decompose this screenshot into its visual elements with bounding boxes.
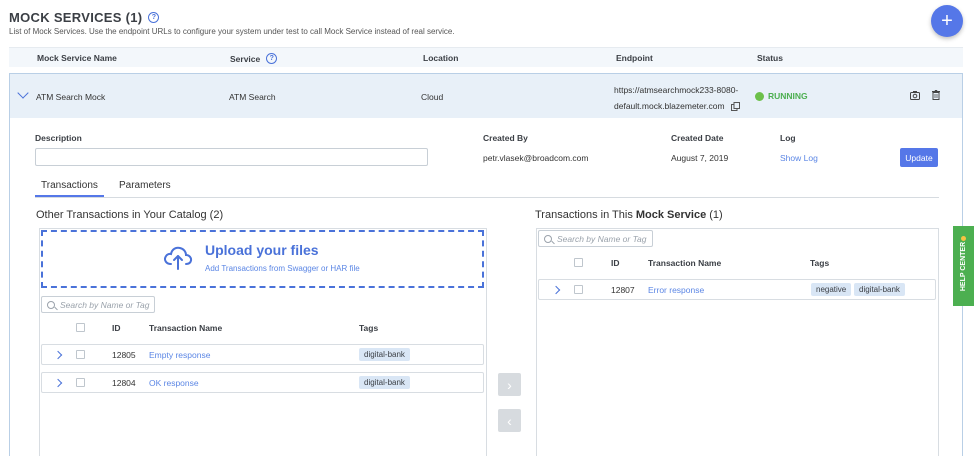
- service-name: ATM Search Mock: [36, 92, 106, 102]
- endpoint-line-1: https://atmsearchmock233-8080-: [614, 85, 739, 95]
- row-checkbox[interactable]: [76, 350, 85, 359]
- copy-icon[interactable]: [730, 101, 740, 111]
- tab-transactions[interactable]: Transactions: [35, 180, 104, 197]
- help-center-tab[interactable]: HELP CENTER: [953, 226, 974, 306]
- service-endpoint: https://atmsearchmock233-8080- default.m…: [614, 82, 740, 114]
- page-subtitle: List of Mock Services. Use the endpoint …: [9, 27, 455, 36]
- mock-service-row[interactable]: ATM Search Mock ATM Search Cloud https:/…: [9, 73, 963, 118]
- service-type: ATM Search: [229, 92, 276, 102]
- collapse-chevron-icon[interactable]: [17, 87, 29, 99]
- transaction-name[interactable]: Empty response: [149, 350, 210, 360]
- add-mock-service-button[interactable]: +: [931, 5, 963, 37]
- description-input[interactable]: [35, 148, 428, 166]
- select-all-checkbox[interactable]: [574, 258, 583, 267]
- column-header-service: Service ?: [230, 53, 278, 64]
- cloud-upload-icon: [164, 246, 193, 270]
- upload-dropzone[interactable]: Upload your files Add Transactions from …: [41, 230, 484, 288]
- mock-header-tags: Tags: [810, 258, 830, 268]
- catalog-search-placeholder: Search by Name or Tag: [60, 299, 150, 310]
- catalog-search-input[interactable]: Search by Name or Tag: [41, 296, 155, 313]
- tab-parameters[interactable]: Parameters: [113, 180, 177, 195]
- column-header-name: Mock Service Name: [37, 53, 117, 63]
- row-checkbox[interactable]: [76, 378, 85, 387]
- search-icon: [544, 234, 552, 243]
- status-label: RUNNING: [768, 91, 808, 101]
- endpoint-line-2: default.mock.blazemeter.com: [614, 101, 725, 111]
- upload-subtitle: Add Transactions from Swagger or HAR fil…: [205, 264, 360, 273]
- table-row[interactable]: 12805 Empty response digital-bank: [41, 344, 484, 365]
- help-center-label: HELP CENTER: [960, 241, 967, 291]
- transaction-id: 12805: [112, 350, 136, 360]
- help-question-icon[interactable]: ?: [148, 12, 160, 23]
- page-header: MOCK SERVICES (1) ?: [9, 10, 160, 25]
- column-header-service-label: Service: [230, 53, 261, 64]
- camera-icon[interactable]: [910, 91, 920, 100]
- table-row[interactable]: 12804 OK response digital-bank: [41, 372, 484, 393]
- mock-search-placeholder: Search by Name or Tag: [557, 233, 647, 244]
- created-date-label: Created Date: [671, 133, 724, 143]
- catalog-title: Other Transactions in Your Catalog (2): [36, 209, 224, 221]
- expand-chevron-icon[interactable]: [53, 350, 63, 360]
- update-button[interactable]: Update: [900, 148, 938, 167]
- column-header-endpoint: Endpoint: [616, 53, 653, 63]
- tag-badge: digital-bank: [359, 376, 410, 389]
- catalog-pane: Upload your files Add Transactions from …: [39, 228, 487, 456]
- help-notification-dot: [961, 236, 966, 241]
- mock-transactions-title: Transactions in This Mock Service (1): [535, 209, 723, 221]
- row-checkbox[interactable]: [574, 285, 583, 294]
- page-title: MOCK SERVICES (1): [9, 10, 143, 25]
- description-label: Description: [35, 133, 82, 143]
- expand-chevron-icon[interactable]: [551, 285, 561, 295]
- mock-service-details: Description Created By petr.vlasek@broad…: [9, 118, 963, 456]
- mock-title-suffix: (1): [706, 209, 723, 221]
- status-dot-icon: [755, 91, 764, 101]
- move-right-button[interactable]: ›: [498, 373, 521, 396]
- catalog-header-tags: Tags: [359, 323, 379, 333]
- search-icon: [47, 300, 55, 309]
- log-label: Log: [780, 133, 796, 143]
- expand-chevron-icon[interactable]: [53, 378, 63, 388]
- upload-title: Upload your files: [205, 242, 319, 258]
- service-help-icon[interactable]: ?: [266, 53, 278, 64]
- detail-tabs: Transactions Parameters: [35, 180, 939, 198]
- status-badge: RUNNING: [755, 91, 808, 101]
- transaction-name[interactable]: OK response: [149, 378, 199, 388]
- column-header-status: Status: [757, 53, 783, 63]
- select-all-checkbox[interactable]: [76, 323, 85, 332]
- transaction-id: 12804: [112, 378, 136, 388]
- move-left-button[interactable]: ‹: [498, 409, 521, 432]
- table-row[interactable]: 12807 Error response negative digital-ba…: [538, 279, 936, 300]
- mock-transactions-pane: Search by Name or Tag ID Transaction Nam…: [536, 228, 939, 456]
- transaction-id: 12807: [611, 285, 635, 295]
- tag-badge: digital-bank: [359, 348, 410, 361]
- mock-search-input[interactable]: Search by Name or Tag: [538, 230, 653, 247]
- endpoint-line-2-wrap: default.mock.blazemeter.com: [614, 98, 740, 114]
- created-date-value: August 7, 2019: [671, 153, 729, 163]
- tag-badge: digital-bank: [854, 283, 905, 296]
- created-by-value: petr.vlasek@broadcom.com: [483, 153, 589, 163]
- table-header: Mock Service Name Service ? Location End…: [9, 47, 963, 67]
- tag-badge: negative: [811, 283, 852, 296]
- transaction-name[interactable]: Error response: [648, 285, 704, 295]
- mock-title-bold: Mock Service: [635, 209, 707, 221]
- mock-header-id: ID: [611, 258, 620, 268]
- trash-icon[interactable]: [932, 90, 940, 100]
- catalog-header-id: ID: [112, 323, 121, 333]
- mock-title-prefix: Transactions in This: [535, 209, 636, 221]
- show-log-link[interactable]: Show Log: [780, 153, 818, 163]
- mock-header-name: Transaction Name: [648, 258, 722, 268]
- column-header-location: Location: [423, 53, 459, 63]
- catalog-header-name: Transaction Name: [149, 323, 223, 333]
- created-by-label: Created By: [483, 133, 528, 143]
- service-location: Cloud: [421, 92, 444, 102]
